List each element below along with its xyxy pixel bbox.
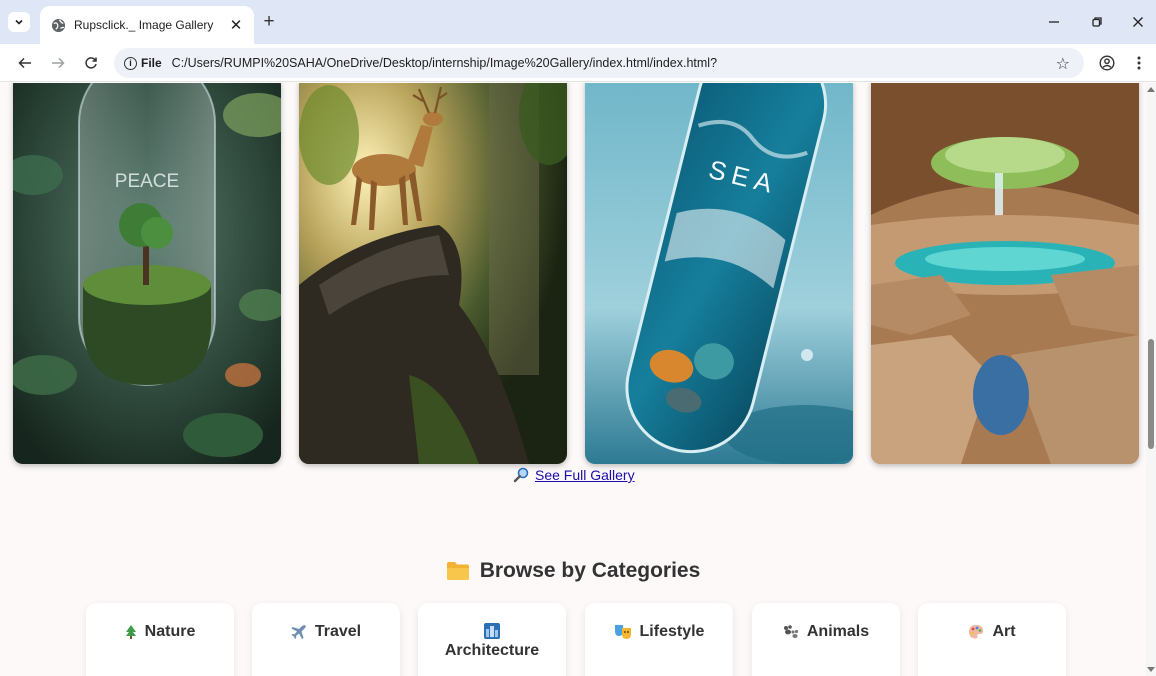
account-icon (1099, 55, 1115, 71)
category-animals[interactable]: Animals (752, 603, 900, 676)
site-info-chip[interactable]: i File (124, 56, 162, 70)
see-full-gallery-link[interactable]: See Full Gallery (513, 467, 635, 483)
profile-button[interactable] (1096, 52, 1118, 74)
minimize-button[interactable] (1044, 12, 1064, 32)
close-window-button[interactable] (1128, 12, 1148, 32)
category-label: Nature (144, 623, 196, 640)
tree-icon (125, 625, 137, 639)
menu-button[interactable] (1128, 52, 1150, 74)
category-label: Travel (314, 623, 362, 640)
magnifier-icon (513, 467, 529, 483)
info-icon: i (124, 56, 137, 70)
forward-button[interactable] (47, 52, 69, 74)
reload-button[interactable] (80, 52, 102, 74)
category-label: Lifestyle (639, 623, 705, 640)
close-icon (1133, 17, 1143, 27)
browser-tab[interactable]: Rupsclick._ Image Gallery ✕ (40, 6, 254, 44)
category-architecture[interactable]: Architecture (418, 603, 566, 676)
category-label: Architecture (444, 642, 540, 659)
masks-icon (614, 624, 632, 640)
chevron-down-icon (15, 19, 23, 25)
categories-title: Browse by Categories (479, 559, 701, 582)
new-tab-button[interactable]: + (259, 11, 279, 32)
kebab-menu-icon (1137, 56, 1141, 70)
restore-icon (1092, 17, 1102, 27)
category-art[interactable]: Art (918, 603, 1066, 676)
category-label: Art (992, 623, 1016, 640)
category-nature[interactable]: Nature (86, 603, 234, 676)
scroll-up-arrow-icon[interactable] (1147, 87, 1155, 92)
browser-toolbar: i File C:/Users/RUMPI%20SAHA/OneDrive/De… (0, 44, 1156, 82)
close-tab-icon[interactable]: ✕ (226, 15, 246, 35)
restore-button[interactable] (1087, 12, 1107, 32)
folder-icon (446, 561, 470, 581)
scroll-down-arrow-icon[interactable] (1147, 667, 1155, 672)
category-travel[interactable]: Travel (252, 603, 400, 676)
tab-bar: Rupsclick._ Image Gallery ✕ + (0, 0, 1156, 44)
globe-icon (50, 17, 66, 33)
category-lifestyle[interactable]: Lifestyle (585, 603, 733, 676)
gallery-image-peace[interactable]: PEACE (13, 83, 281, 464)
peace-overlay-text: PEACE (115, 171, 179, 192)
page-scrollbar[interactable] (1146, 83, 1156, 676)
scroll-thumb[interactable] (1148, 339, 1154, 449)
bookmark-star-icon[interactable]: ☆ (1056, 54, 1070, 74)
see-full-gallery-label: See Full Gallery (535, 467, 635, 483)
arrow-left-icon (18, 57, 31, 69)
reload-icon (85, 57, 97, 69)
category-label: Animals (806, 623, 870, 640)
page-content: PEACE SEA See Full Gallery Browse by Cat… (0, 83, 1146, 676)
back-button[interactable] (14, 52, 36, 74)
palette-icon (968, 624, 984, 640)
arrow-right-icon (52, 57, 65, 69)
url-text[interactable]: C:/Users/RUMPI%20SAHA/OneDrive/Desktop/i… (172, 56, 717, 70)
tab-search-button[interactable] (8, 12, 30, 32)
minimize-icon (1049, 21, 1059, 23)
gallery-image-deer[interactable] (299, 83, 567, 464)
file-label: File (141, 56, 162, 70)
city-icon (484, 623, 500, 639)
paw-icon (783, 625, 799, 639)
airplane-icon (291, 624, 307, 640)
categories-heading: Browse by Categories (0, 559, 1146, 583)
address-bar[interactable]: i File C:/Users/RUMPI%20SAHA/OneDrive/De… (114, 48, 1084, 78)
gallery-image-sea[interactable]: SEA (585, 83, 853, 464)
gallery-image-cave[interactable] (871, 83, 1139, 464)
tab-title: Rupsclick._ Image Gallery (74, 18, 214, 32)
